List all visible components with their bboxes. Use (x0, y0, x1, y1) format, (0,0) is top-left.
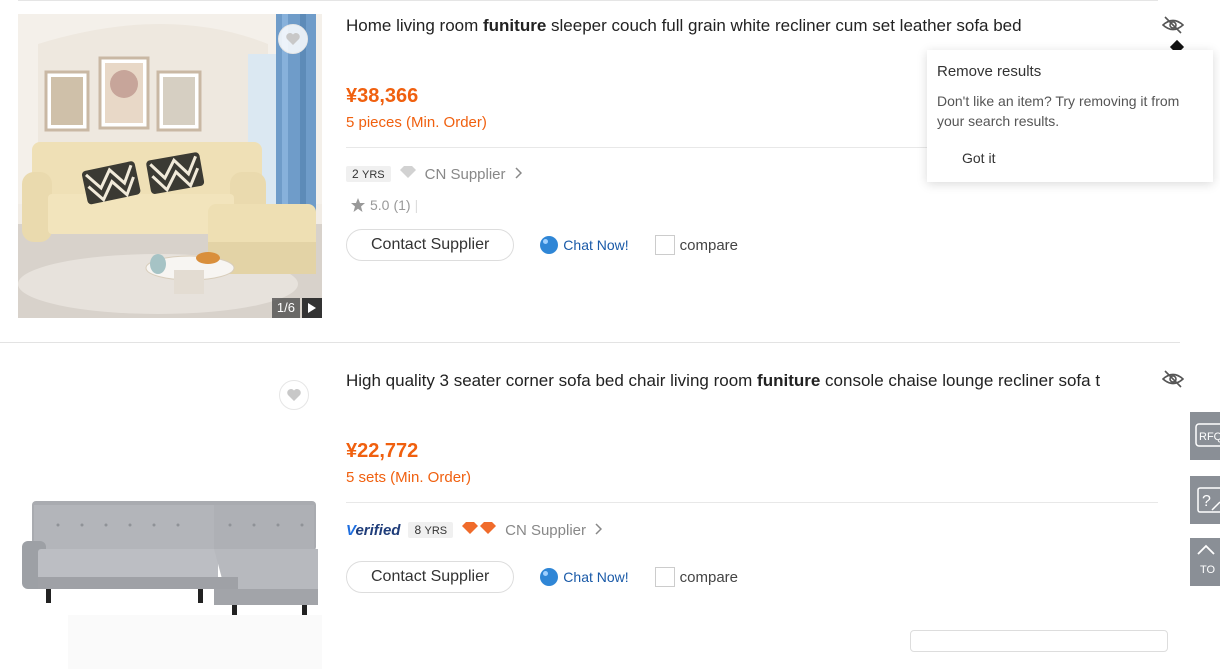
compare-toggle[interactable]: compare (654, 235, 739, 255)
title-text: console chaise lounge recliner sofa t (820, 371, 1101, 390)
min-order: 5 pieces (Min. Order) (346, 114, 487, 131)
product-price: ¥22,772 (346, 440, 419, 462)
svg-text:?: ? (1202, 493, 1211, 510)
divider (346, 502, 1158, 503)
title-text: sleeper couch full grain white recliner … (546, 16, 1022, 35)
rfq-label: RFQ (1199, 431, 1220, 443)
popover-title: Remove results (937, 63, 1042, 80)
chevron-right-icon (514, 166, 522, 183)
rfq-icon: RFQ (1195, 423, 1220, 447)
compare-checkbox[interactable] (654, 567, 675, 587)
years-unit: YRS (424, 525, 448, 537)
compare-toggle[interactable]: compare (654, 567, 739, 587)
chat-icon (540, 236, 559, 254)
product-image[interactable]: 1/6 (18, 14, 322, 318)
product-price: ¥38,366 (346, 85, 419, 107)
supplier-link[interactable]: CN Supplier (425, 166, 506, 183)
chat-now-link[interactable]: Chat Now! (540, 236, 629, 254)
favorite-heart-icon[interactable] (279, 380, 309, 410)
gold-diamond-icon (461, 521, 497, 539)
contact-supplier-button[interactable]: Contact Supplier (346, 561, 515, 593)
image-counter[interactable]: 1/6 (271, 298, 322, 318)
supplier-link[interactable]: CN Supplier (505, 522, 586, 539)
star-icon (351, 198, 365, 212)
product-actions: Contact Supplier Chat Now! compare (346, 228, 738, 262)
product-title-link[interactable]: High quality 3 seater corner sofa bed ch… (346, 371, 1158, 391)
supplier-info: 2 YRS CN Supplier (346, 164, 522, 184)
years-number: 8 (414, 523, 422, 537)
chat-label: Chat Now! (563, 237, 629, 253)
image-counter-text: 1/6 (271, 298, 300, 318)
compare-checkbox[interactable] (654, 235, 675, 255)
rating[interactable]: 5.0 (1) | (350, 197, 418, 213)
separator: | (414, 197, 419, 213)
product-title-link[interactable]: Home living room funiture sleeper couch … (346, 16, 1146, 36)
product-actions: Contact Supplier Chat Now! compare (346, 560, 738, 594)
hide-result-eye-slash-icon[interactable] (1161, 15, 1185, 35)
years-badge: 2 YRS (346, 166, 391, 182)
min-order: 5 sets (Min. Order) (346, 469, 472, 486)
top-label: TO (1200, 564, 1216, 576)
sofa-photo (18, 365, 322, 669)
chat-icon (540, 568, 559, 586)
popover-body: Don't like an item? Try removing it from… (937, 93, 1180, 129)
verified-text: erified (355, 521, 401, 539)
supplier-info: Verified 8 YRS CN Supplier (346, 520, 603, 540)
title-text: Home living room (346, 16, 483, 35)
compare-label: compare (679, 236, 739, 254)
years-badge: 8 YRS (408, 522, 454, 538)
years-number: 2 (352, 167, 359, 181)
favorite-heart-icon[interactable] (278, 24, 308, 54)
got-it-button[interactable]: Got it (962, 150, 995, 166)
title-text: High quality 3 seater corner sofa bed ch… (346, 371, 758, 390)
top-divider (18, 0, 1158, 7)
help-icon: ? (1197, 487, 1220, 513)
back-to-top-button[interactable]: TO (1190, 538, 1220, 586)
chat-now-link[interactable]: Chat Now! (540, 568, 629, 586)
sofa-photo (18, 14, 322, 318)
next-card-edge (910, 630, 1168, 652)
rating-count: (1) (393, 197, 411, 213)
years-unit: YRS (362, 169, 385, 181)
title-keyword: funiture (757, 371, 821, 390)
title-keyword: funiture (483, 16, 547, 35)
chat-label: Chat Now! (563, 569, 629, 585)
help-button[interactable]: ? (1190, 476, 1220, 524)
diamond-icon (399, 165, 417, 183)
play-icon[interactable] (302, 298, 322, 318)
rfq-button[interactable]: RFQ (1190, 412, 1220, 460)
contact-supplier-button[interactable]: Contact Supplier (346, 229, 515, 261)
product-card: High quality 3 seater corner sofa bed ch… (0, 342, 1184, 669)
chevron-up-icon (1197, 544, 1215, 555)
verified-badge[interactable]: Verified (346, 522, 400, 539)
rating-score: 5.0 (370, 197, 390, 213)
remove-results-popover: Remove results Don't like an item? Try r… (927, 50, 1213, 182)
product-image[interactable] (18, 365, 322, 669)
chevron-right-icon (594, 522, 603, 539)
compare-label: compare (679, 568, 739, 586)
hide-result-eye-slash-icon[interactable] (1161, 369, 1185, 389)
